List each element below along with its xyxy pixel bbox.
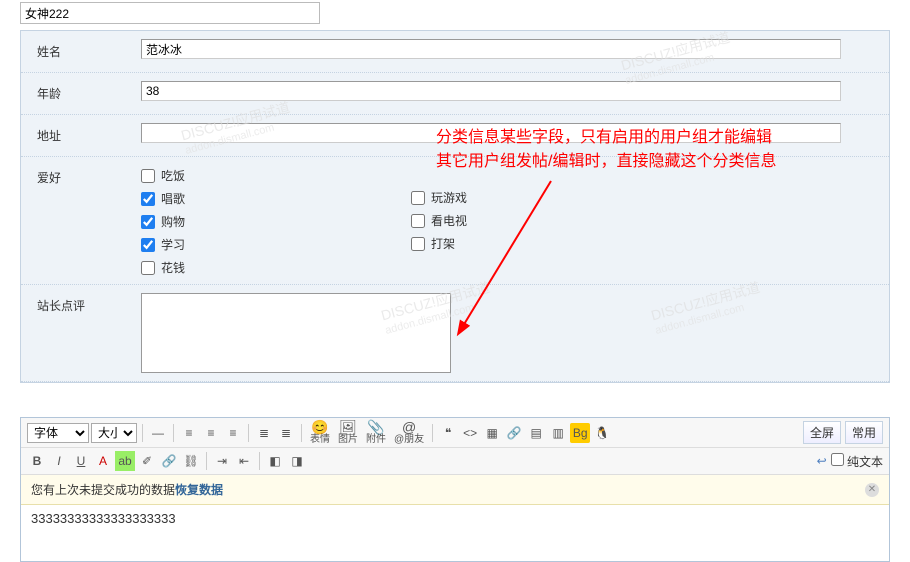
separator	[301, 424, 302, 442]
eraser-icon[interactable]: ✐	[137, 451, 157, 471]
bold-icon[interactable]: B	[27, 451, 47, 471]
hr-icon[interactable]: —	[148, 423, 168, 443]
hobby-label: 看电视	[431, 212, 467, 229]
close-icon[interactable]: ✕	[865, 483, 879, 497]
code-icon[interactable]: <>	[460, 423, 480, 443]
list-unordered-icon[interactable]: ≣	[276, 423, 296, 443]
separator	[432, 424, 433, 442]
outdent-icon[interactable]: ⇤	[234, 451, 254, 471]
underline-icon[interactable]: U	[71, 451, 91, 471]
image-button[interactable]: 🖼图片	[335, 423, 361, 443]
tool2-icon[interactable]: ▥	[548, 423, 568, 443]
row-name: 姓名	[21, 31, 889, 73]
label-address: 地址	[21, 115, 141, 156]
editor: 字体 大小 — ≡ ≡ ≡ ≣ ≣ 😊表情 🖼图片 📎附件 @@朋友 ❝ <> …	[20, 417, 890, 562]
float-right-icon[interactable]: ◨	[287, 451, 307, 471]
row-hobby: 爱好 吃饭唱歌购物学习花钱 玩游戏看电视打架	[21, 157, 889, 285]
qq-icon[interactable]: 🐧	[592, 423, 612, 443]
hobby-checkbox[interactable]: 玩游戏	[411, 189, 681, 206]
align-center-icon[interactable]: ≡	[201, 423, 221, 443]
fullscreen-button[interactable]: 全屏	[803, 421, 841, 444]
at-button[interactable]: @@朋友	[391, 423, 427, 443]
bg-icon[interactable]: Bg	[570, 423, 590, 443]
review-textarea[interactable]	[141, 293, 451, 373]
hobby-checkbox[interactable]: 唱歌	[141, 190, 411, 207]
unlink-icon[interactable]: ⛓	[181, 451, 201, 471]
label-name: 姓名	[21, 31, 141, 72]
row-age: 年龄	[21, 73, 889, 115]
toolbar-row-1: 字体 大小 — ≡ ≡ ≡ ≣ ≣ 😊表情 🖼图片 📎附件 @@朋友 ❝ <> …	[21, 418, 889, 448]
align-left-icon[interactable]: ≡	[179, 423, 199, 443]
separator	[173, 424, 174, 442]
attach-button[interactable]: 📎附件	[363, 423, 389, 443]
label-review: 站长点评	[21, 285, 141, 381]
link-icon[interactable]: 🔗	[504, 423, 524, 443]
font-select[interactable]: 字体	[27, 423, 89, 443]
list-ordered-icon[interactable]: ≣	[254, 423, 274, 443]
hobby-checkbox[interactable]: 看电视	[411, 212, 681, 229]
indent-icon[interactable]: ⇥	[212, 451, 232, 471]
hobby-label: 吃饭	[161, 167, 185, 184]
hobby-checkbox[interactable]: 购物	[141, 213, 411, 230]
annotation: 分类信息某些字段，只有启用的用户组才能编辑 其它用户组发帖/编辑时，直接隐藏这个…	[436, 126, 906, 174]
link2-icon[interactable]: 🔗	[159, 451, 179, 471]
hobby-checkbox[interactable]: 吃饭	[141, 167, 411, 184]
highlight-icon[interactable]: ab	[115, 451, 135, 471]
separator	[248, 424, 249, 442]
tool-icon[interactable]: ▤	[526, 423, 546, 443]
row-review: 站长点评	[21, 285, 889, 382]
align-right-icon[interactable]: ≡	[223, 423, 243, 443]
separator	[259, 452, 260, 470]
age-input[interactable]	[141, 81, 841, 101]
label-hobby: 爱好	[21, 157, 141, 284]
reply-icon[interactable]: ↩	[817, 454, 827, 468]
media-icon[interactable]: ▦	[482, 423, 502, 443]
notice-bar: 您有上次未提交成功的数据 恢复数据 ✕	[21, 475, 889, 505]
editor-body[interactable]: 33333333333333333333	[21, 505, 889, 561]
toolbar-row-2: B I U A ab ✐ 🔗 ⛓ ⇥ ⇤ ◧ ◨ ↩ 纯文本	[21, 448, 889, 475]
hobby-label: 购物	[161, 213, 185, 230]
hobby-label: 花钱	[161, 259, 185, 276]
common-button[interactable]: 常用	[845, 421, 883, 444]
font-color-icon[interactable]: A	[93, 451, 113, 471]
title-input[interactable]	[20, 2, 320, 24]
form-panel: DISCUZ!应用试道addon.dismall.com DISCUZ!应用试道…	[20, 30, 890, 383]
restore-link[interactable]: 恢复数据	[175, 481, 223, 498]
separator	[206, 452, 207, 470]
italic-icon[interactable]: I	[49, 451, 69, 471]
separator	[142, 424, 143, 442]
size-select[interactable]: 大小	[91, 423, 137, 443]
plaintext-toggle[interactable]: 纯文本	[831, 453, 883, 470]
hobby-label: 打架	[431, 235, 455, 252]
label-age: 年龄	[21, 73, 141, 114]
hobby-checkbox[interactable]: 花钱	[141, 259, 411, 276]
float-left-icon[interactable]: ◧	[265, 451, 285, 471]
notice-text: 您有上次未提交成功的数据	[31, 481, 175, 498]
name-input[interactable]	[141, 39, 841, 59]
hobby-label: 玩游戏	[431, 189, 467, 206]
hobby-label: 唱歌	[161, 190, 185, 207]
hobby-checkbox[interactable]: 打架	[411, 235, 681, 252]
emoji-button[interactable]: 😊表情	[307, 423, 333, 443]
hobby-checkbox[interactable]: 学习	[141, 236, 411, 253]
quote-icon[interactable]: ❝	[438, 423, 458, 443]
hobby-label: 学习	[161, 236, 185, 253]
